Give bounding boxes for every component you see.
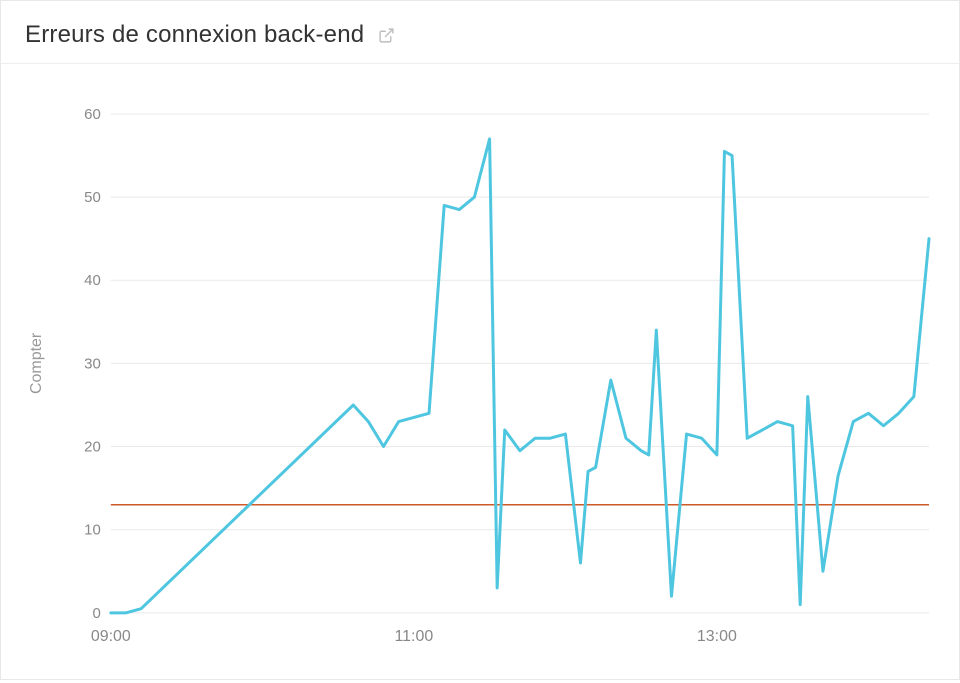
y-tick-label: 40 bbox=[84, 272, 101, 289]
y-tick-label: 20 bbox=[84, 439, 101, 456]
y-tick-label: 10 bbox=[84, 522, 101, 539]
x-tick-label: 11:00 bbox=[394, 628, 433, 645]
chart-svg[interactable]: Compter 0 10 20 30 40 50 60 09:00 11:00 13:00 bbox=[21, 94, 939, 663]
chart-card: Erreurs de connexion back-end Compter 0 1… bbox=[0, 0, 960, 680]
x-tick-label: 09:00 bbox=[91, 628, 131, 645]
y-tick-label: 0 bbox=[93, 605, 101, 622]
y-tick-label: 30 bbox=[84, 355, 101, 372]
x-tick-label: 13:00 bbox=[697, 628, 737, 645]
y-tick-label: 60 bbox=[84, 106, 101, 123]
y-axis-label-group: Compter bbox=[28, 332, 45, 394]
data-line bbox=[111, 139, 929, 613]
y-tick-label: 50 bbox=[84, 189, 101, 206]
y-gridlines bbox=[111, 114, 929, 613]
chart-title: Erreurs de connexion back-end bbox=[25, 21, 364, 49]
card-header: Erreurs de connexion back-end bbox=[1, 1, 959, 64]
y-tick-labels: 0 10 20 30 40 50 60 bbox=[84, 106, 101, 622]
external-link-icon[interactable] bbox=[378, 27, 395, 44]
y-axis-label: Compter bbox=[28, 332, 45, 394]
chart-plot-area: Compter 0 10 20 30 40 50 60 09:00 11:00 13:00 bbox=[1, 64, 959, 683]
x-tick-labels: 09:00 11:00 13:00 bbox=[91, 628, 737, 645]
